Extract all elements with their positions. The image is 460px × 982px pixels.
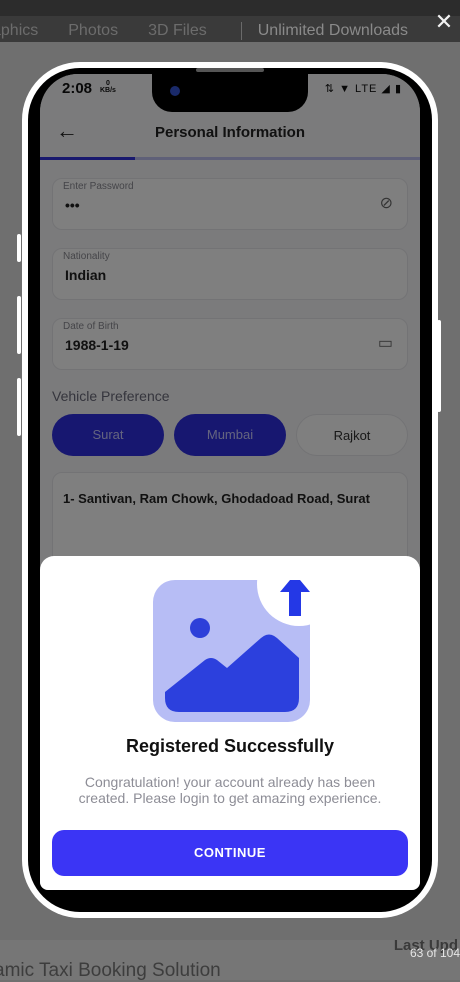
image-upload-icon (153, 580, 310, 722)
bg-nav-item: 3D Files (148, 22, 207, 39)
phone-screen: 2:08 0 KB/s ⇅ ▼ LTE ◢ ▮ ← Personal Infor… (40, 74, 420, 890)
phone-side-button (17, 378, 21, 436)
background-top-strip (0, 0, 460, 16)
background-page-title: amic Taxi Booking Solution (0, 960, 221, 981)
phone-side-button (17, 296, 21, 354)
dialog-title: Registered Successfully (125, 736, 335, 756)
background-nav: aphics Photos 3D Files Unlimited Downloa… (0, 18, 408, 44)
camera-icon (170, 86, 180, 96)
phone-notch (152, 72, 308, 112)
dialog-message: Congratulation! your account already has… (78, 774, 382, 806)
lightbox-close-icon[interactable]: ✕ (432, 10, 456, 34)
phone-side-button (17, 234, 21, 262)
bg-nav-item: aphics (0, 22, 39, 39)
image-counter: 63 of 104 (409, 946, 460, 960)
bg-nav-item: Photos (68, 22, 119, 39)
phone-speaker (196, 68, 264, 72)
bg-nav-unlimited: Unlimited Downloads (240, 22, 408, 40)
continue-button[interactable]: CONTINUE (52, 830, 408, 876)
success-dialog: Registered Successfully Congratulation! … (40, 556, 420, 890)
illustration-sun (190, 618, 210, 638)
